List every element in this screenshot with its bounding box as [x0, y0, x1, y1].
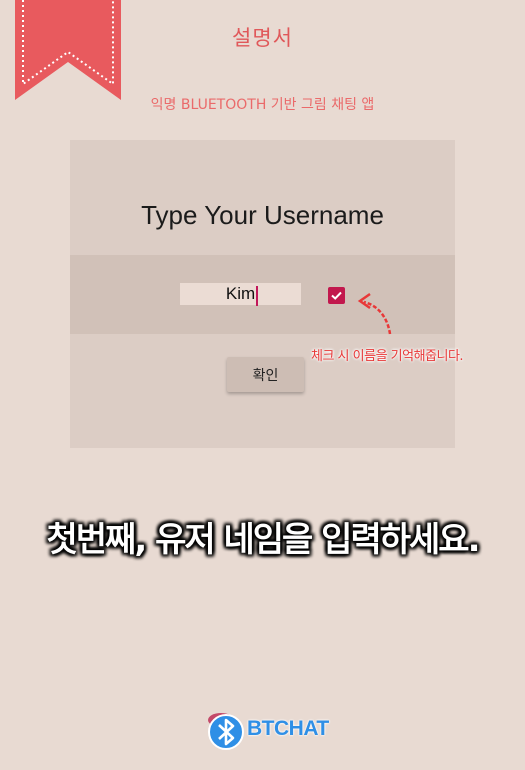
- manual-subtitle: 익명 BLUETOOTH 기반 그림 채팅 앱: [150, 97, 375, 113]
- remember-hint: 체크 시 이름을 기억해줍니다.: [311, 349, 464, 364]
- step-caption: 첫번째, 유저 네임을 입력하세요.: [46, 520, 481, 560]
- username-input[interactable]: [180, 283, 301, 305]
- username-prompt: Type Your Username: [141, 200, 384, 230]
- check-icon: [331, 291, 342, 300]
- text-cursor: [256, 286, 258, 306]
- brand-name: BTCHAT: [247, 717, 329, 740]
- manual-title: 설명서: [232, 26, 293, 50]
- remember-checkbox[interactable]: [328, 287, 345, 304]
- confirm-button[interactable]: 확인: [227, 357, 304, 392]
- curved-arrow-icon: [357, 292, 392, 335]
- bluetooth-icon: [208, 713, 244, 750]
- btchat-logo: BTCHAT: [203, 708, 329, 752]
